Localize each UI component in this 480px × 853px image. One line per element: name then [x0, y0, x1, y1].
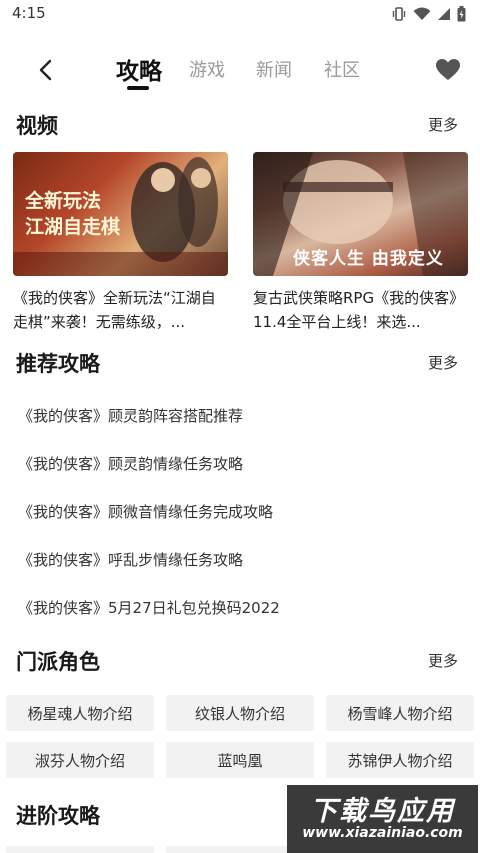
- video-card[interactable]: 侠客人生 由我定义 复古武侠策略RPG《我的侠客》11.4全平台上线！来选...: [253, 152, 468, 334]
- guide-list-item[interactable]: 《我的侠客》5月27日礼包兑换码2022: [18, 597, 280, 618]
- role-chip[interactable]: 苏锦伊人物介绍: [326, 742, 474, 778]
- video-thumbnail[interactable]: 侠客人生 由我定义: [253, 152, 468, 276]
- signal-icon: [438, 8, 450, 20]
- video-title[interactable]: 复古武侠策略RPG《我的侠客》11.4全平台上线！来选...: [253, 286, 468, 334]
- watermark-url: www.xiazainiao.com: [302, 825, 463, 841]
- status-icons: [391, 6, 466, 22]
- role-chip[interactable]: 蓝鸣凰: [166, 742, 314, 778]
- watermark-logo: 下载鸟应用 www.xiazainiao.com: [287, 785, 478, 853]
- watermark-title: 下载鸟应用: [310, 796, 455, 827]
- top-nav: 攻略 游戏 新闻 社区: [0, 44, 480, 94]
- role-chip[interactable]: 淑芬人物介绍: [6, 742, 154, 778]
- back-icon[interactable]: [32, 56, 60, 84]
- section-title-guides: 推荐攻略: [16, 352, 100, 376]
- videos-more-link[interactable]: 更多: [428, 114, 458, 135]
- wifi-icon: [413, 7, 431, 20]
- video-card[interactable]: 全新玩法 江湖自走棋 《我的侠客》全新玩法“江湖自走棋”来袭！无需练级，...: [13, 152, 228, 334]
- video-thumbnail[interactable]: 全新玩法 江湖自走棋: [13, 152, 228, 276]
- video-thumbnail-caption: 全新玩法 江湖自走棋: [25, 190, 121, 238]
- role-chip[interactable]: 纹银人物介绍: [166, 695, 314, 731]
- status-time: 4:15: [12, 4, 46, 22]
- guide-list-item[interactable]: 《我的侠客》顾微音情缘任务完成攻略: [18, 501, 273, 522]
- status-bar: 4:15: [0, 0, 480, 28]
- role-chip[interactable]: 杨星魂人物介绍: [6, 695, 154, 731]
- section-title-videos: 视频: [16, 114, 58, 138]
- advanced-chip-partial[interactable]: [6, 846, 154, 853]
- guide-list-item[interactable]: 《我的侠客》顾灵韵情缘任务攻略: [18, 453, 243, 474]
- tab-games[interactable]: 游戏: [189, 56, 225, 82]
- video-thumbnail-caption: 侠客人生 由我定义: [293, 249, 444, 269]
- section-title-roles: 门派角色: [16, 650, 100, 674]
- section-title-advanced: 进阶攻略: [16, 804, 100, 828]
- vibrate-icon: [392, 7, 406, 21]
- video-title[interactable]: 《我的侠客》全新玩法“江湖自走棋”来袭！无需练级，...: [13, 286, 228, 334]
- tab-guides[interactable]: 攻略: [116, 52, 162, 86]
- tab-community[interactable]: 社区: [324, 56, 360, 82]
- guide-list-item[interactable]: 《我的侠客》顾灵韵阵容搭配推荐: [18, 405, 243, 426]
- role-chip[interactable]: 杨雪峰人物介绍: [326, 695, 474, 731]
- battery-icon: [457, 6, 466, 22]
- favorite-heart-icon[interactable]: [435, 58, 461, 82]
- guide-list-item[interactable]: 《我的侠客》呼乱步情缘任务攻略: [18, 549, 243, 570]
- guides-more-link[interactable]: 更多: [428, 352, 458, 373]
- active-tab-indicator: [127, 86, 149, 90]
- tab-news[interactable]: 新闻: [256, 56, 292, 82]
- roles-more-link[interactable]: 更多: [428, 650, 458, 671]
